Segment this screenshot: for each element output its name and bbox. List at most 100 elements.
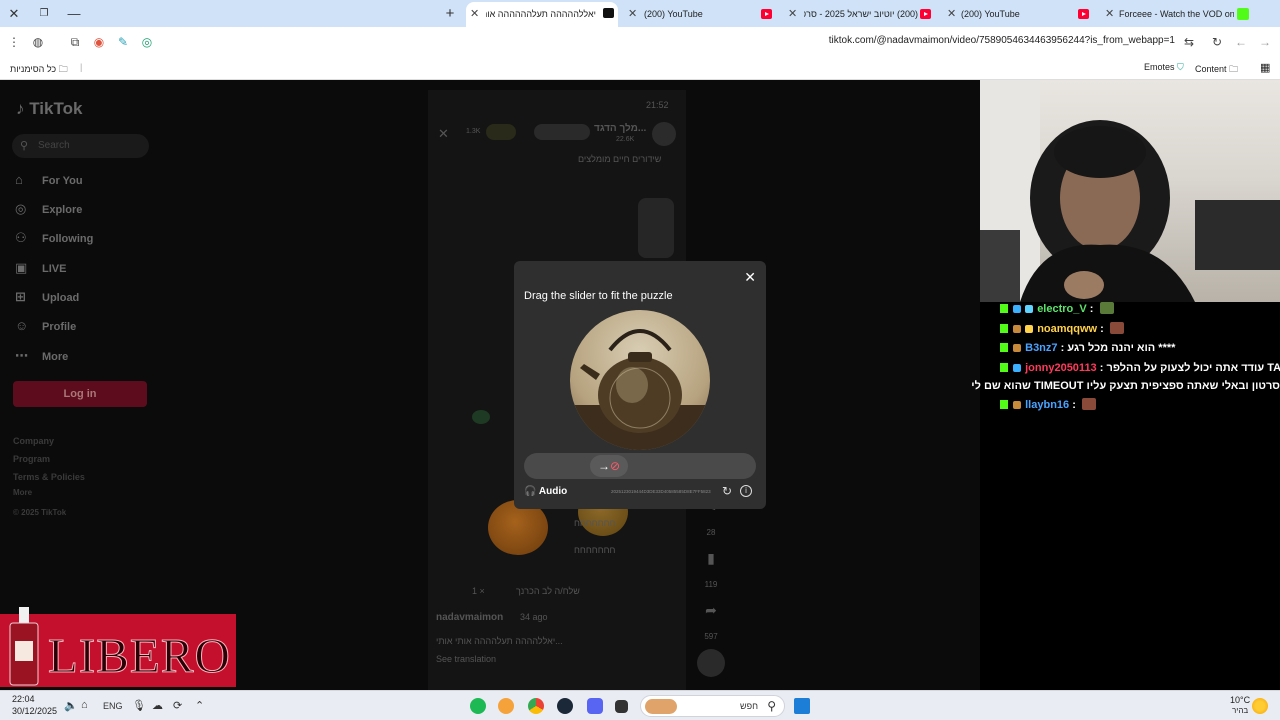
tab-close-icon[interactable]: ✕ <box>1105 3 1114 25</box>
footer-more[interactable]: More <box>13 488 32 497</box>
volume-icon[interactable]: 🔈 <box>64 699 78 712</box>
chat-username: noamqqww <box>1037 323 1098 335</box>
tab-youtube-2[interactable]: ✕ (200) יוטיוב ישראל 2025 - סרט <box>786 3 936 25</box>
tab-close-icon[interactable]: ✕ <box>947 3 956 25</box>
perfume-bottle-icon <box>9 607 39 686</box>
bookmark-icon[interactable]: ▮ <box>700 550 722 567</box>
chat-message-continued: סרטון ובאלי שאתה ספציפית תצעק עליו TIMEO… <box>971 380 1280 392</box>
windows-taskbar: 22:04 30/12/2025 🔈 ⌂ ENG 🎙 ☁ ⟳ ⌃ חפש ⚲ 1… <box>0 690 1280 720</box>
close-icon[interactable]: ✕ <box>744 269 756 286</box>
more-dots-icon: ⋯ <box>15 348 28 363</box>
footer-terms[interactable]: Terms & Policies <box>13 472 85 482</box>
microphone-icon[interactable]: 🎙 <box>132 699 146 712</box>
live-name: מלך הדגד... <box>594 123 647 134</box>
status-time: 21:52 <box>646 100 669 110</box>
webcam-overlay <box>980 80 1280 302</box>
bookmark-count: 119 <box>704 580 718 589</box>
chat-message: jonny2050113 : עודד אתה יכול לצעוק על הה… <box>980 362 1280 378</box>
sun-weather-icon[interactable] <box>1252 698 1268 714</box>
new-tab-icon[interactable]: + <box>440 4 460 24</box>
taskbar-time[interactable]: 22:04 <box>12 694 35 704</box>
tab-youtube-1[interactable]: ✕ (200) YouTube <box>624 3 774 25</box>
chat-username: llaybn16 <box>1025 399 1070 411</box>
author-name[interactable]: nadavmaimon <box>436 612 503 623</box>
steam-icon[interactable] <box>557 698 573 714</box>
back-icon[interactable]: → <box>1256 33 1274 51</box>
tab-kick[interactable]: ✕ Forceee - Watch the VOD on K <box>1101 3 1251 25</box>
youtube-icon <box>761 9 772 19</box>
youtube-icon <box>920 9 931 19</box>
footer-company[interactable]: Company <box>13 436 54 446</box>
refresh-icon[interactable]: ↻ <box>722 484 732 498</box>
tab-tiktok[interactable]: ✕ יאללההההה תעלהההההה אותי <box>466 2 618 27</box>
windows-start-icon[interactable] <box>794 698 810 714</box>
music-disc-icon[interactable] <box>697 649 725 677</box>
info-icon[interactable]: i <box>740 485 752 497</box>
extension-translate-icon[interactable]: ✎ <box>114 33 132 51</box>
live-icon: ▣ <box>15 260 28 275</box>
side-panel-icon[interactable]: ▦ <box>1260 61 1270 74</box>
app-icon[interactable] <box>498 698 514 714</box>
live-avatar[interactable] <box>652 122 676 146</box>
cloud-off-icon[interactable]: ☁ <box>152 699 163 712</box>
search-input[interactable]: ⚲ Search <box>12 134 149 158</box>
menu-dots-icon[interactable]: ⋮ <box>5 33 23 51</box>
tiktok-page: ♪ TikTok ⚲ Search ⌂ For You ◎ Explore ⚇ … <box>0 80 980 690</box>
slider-handle[interactable]: →⊘ <box>590 455 628 477</box>
tab-youtube-3[interactable]: ✕ (200) YouTube <box>943 3 1093 25</box>
bookmark-content[interactable]: Content 🗀 <box>1195 62 1238 78</box>
site-settings-icon[interactable]: ⇆ <box>1180 33 1198 51</box>
network-icon[interactable]: ⌂ <box>81 699 88 711</box>
bookmark-emotes[interactable]: Emotes ⛉ <box>1144 62 1184 73</box>
chrome-icon[interactable] <box>528 698 544 714</box>
restore-window-icon[interactable]: ❐ <box>34 4 54 24</box>
profile-icon[interactable]: ◍ <box>29 33 47 51</box>
reload-icon[interactable]: ↻ <box>1208 33 1226 51</box>
chat-username: jonny2050113 <box>1025 362 1097 374</box>
live-preview[interactable] <box>638 198 674 258</box>
taskbar-search[interactable]: חפש ⚲ <box>640 695 785 717</box>
footer-program[interactable]: Program <box>13 454 50 464</box>
minimize-window-icon[interactable]: — <box>64 4 84 24</box>
chat-colon: : <box>1099 362 1104 374</box>
all-bookmarks[interactable]: כל הסימניות 🗀 <box>10 62 68 78</box>
viewer-count: 1.3K <box>466 128 481 135</box>
audio-button[interactable]: 🎧 Audio <box>524 486 567 497</box>
audio-label: Audio <box>538 486 568 497</box>
tiktok-logo[interactable]: ♪ TikTok <box>16 99 82 119</box>
chat-colon: : <box>1100 323 1104 335</box>
extensions-icon[interactable]: ⧉ <box>66 33 84 51</box>
login-button[interactable]: Log in <box>13 381 147 407</box>
chevron-up-icon[interactable]: ⌃ <box>195 699 204 712</box>
app-icon[interactable] <box>615 700 628 713</box>
sync-icon[interactable]: ⟳ <box>173 699 182 712</box>
tab-close-icon[interactable]: ✕ <box>628 3 637 25</box>
youtube-icon <box>1078 9 1089 19</box>
discord-icon[interactable] <box>587 698 603 714</box>
search-label: חפש <box>740 701 758 711</box>
extension-chrome-icon[interactable]: ◉ <box>90 33 108 51</box>
captcha-modal: ✕ Drag the slider to fit the puzzle →⊘ 🎧… <box>514 261 766 509</box>
sub-badge-icon <box>1013 364 1022 372</box>
weather-desc[interactable]: בהיר <box>1232 706 1248 715</box>
follow-pill[interactable] <box>534 124 590 140</box>
url-text[interactable]: tiktok.com/@nadavmaimon/video/7589054634… <box>829 35 1175 46</box>
bookmark-label: Content <box>1195 64 1227 74</box>
tab-close-icon[interactable]: ✕ <box>788 3 797 25</box>
taskbar-date[interactable]: 30/12/2025 <box>12 706 57 716</box>
weather-temp[interactable]: 10°C <box>1230 695 1250 705</box>
extension-grammar-icon[interactable]: ◎ <box>138 33 156 51</box>
tab-close-icon[interactable]: ✕ <box>470 2 479 26</box>
slider-track[interactable] <box>524 453 756 479</box>
teapot-image <box>570 329 710 450</box>
chat-overlay: electro_V : noamqqww : B3nz7 : הוא יהנה … <box>971 302 1280 690</box>
live-likes: 22.6K <box>616 136 635 143</box>
spotify-icon[interactable] <box>470 698 486 714</box>
close-icon[interactable]: ✕ <box>438 126 449 142</box>
close-window-icon[interactable]: ✕ <box>4 4 24 24</box>
crown-badge-icon <box>1025 325 1034 333</box>
forward-icon[interactable]: ← <box>1232 33 1250 51</box>
see-translation-link[interactable]: See translation <box>436 654 496 664</box>
share-icon[interactable]: ➦ <box>700 602 722 619</box>
language-indicator[interactable]: ENG <box>103 701 123 711</box>
